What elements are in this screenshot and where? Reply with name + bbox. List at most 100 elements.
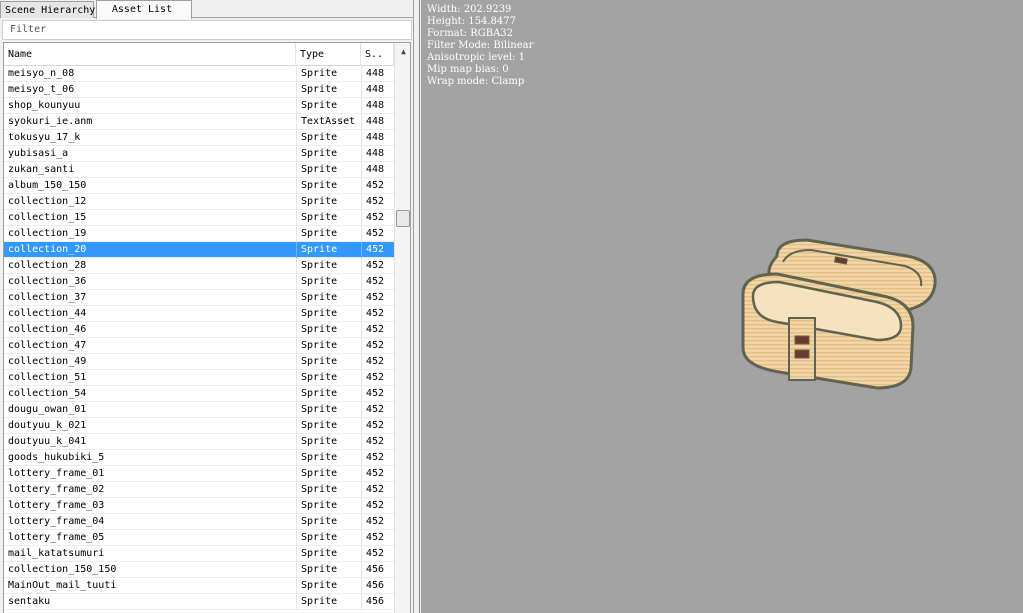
- asset-name: collection_15: [8, 212, 87, 223]
- asset-type: Sprite: [296, 258, 361, 274]
- asset-size: 452: [361, 322, 394, 338]
- scroll-thumb[interactable]: [396, 210, 410, 227]
- asset-row[interactable]: collection_20 Sprite 452: [4, 242, 394, 258]
- asset-size: 452: [361, 530, 394, 546]
- asset-name: lottery_frame_01: [8, 468, 105, 479]
- asset-row[interactable]: mail_katatsumuri Sprite 452: [4, 546, 394, 562]
- asset-name: collection_47: [8, 340, 87, 351]
- column-header-size[interactable]: S..: [361, 43, 394, 66]
- asset-size: 448: [361, 98, 394, 114]
- asset-size: 452: [361, 402, 394, 418]
- asset-type: Sprite: [296, 338, 361, 354]
- asset-row[interactable]: MainOut_mail_tuuti Sprite 456: [4, 578, 394, 594]
- asset-name: collection_37: [8, 292, 87, 303]
- asset-row[interactable]: lottery_frame_03 Sprite 452: [4, 498, 394, 514]
- asset-name: collection_19: [8, 228, 87, 239]
- asset-name: shop_kounyuu: [8, 100, 81, 111]
- asset-size: 452: [361, 226, 394, 242]
- info-format: Format: RGBA32: [427, 28, 514, 39]
- asset-row[interactable]: zukan_santi Sprite 448: [4, 162, 394, 178]
- asset-row[interactable]: collection_36 Sprite 452: [4, 274, 394, 290]
- asset-row[interactable]: collection_150_150 Sprite 456: [4, 562, 394, 578]
- panel-splitter[interactable]: [414, 0, 420, 613]
- asset-row[interactable]: meisyo_n_08 Sprite 448: [4, 66, 394, 82]
- tab-asset-list[interactable]: Asset List: [96, 0, 192, 19]
- asset-name: doutyuu_k_021: [8, 420, 87, 431]
- asset-row[interactable]: lottery_frame_01 Sprite 452: [4, 466, 394, 482]
- asset-size: 452: [361, 546, 394, 562]
- asset-size: 452: [361, 482, 394, 498]
- asset-type: Sprite: [296, 242, 361, 258]
- asset-row[interactable]: doutyuu_k_021 Sprite 452: [4, 418, 394, 434]
- asset-type: Sprite: [296, 178, 361, 194]
- asset-row[interactable]: tokusyu_17_k Sprite 448: [4, 130, 394, 146]
- asset-size: 452: [361, 354, 394, 370]
- filter-label: Filter: [10, 24, 47, 35]
- asset-name: collection_49: [8, 356, 87, 367]
- asset-row[interactable]: shop_kounyuu Sprite 448: [4, 98, 394, 114]
- asset-size: 456: [361, 562, 394, 578]
- asset-row[interactable]: collection_54 Sprite 452: [4, 386, 394, 402]
- asset-name: album_150_150: [8, 180, 87, 191]
- tab-scene-hierarchy[interactable]: Scene Hierarchy: [0, 1, 95, 18]
- asset-row[interactable]: collection_47 Sprite 452: [4, 338, 394, 354]
- filter-input[interactable]: Filter: [2, 20, 412, 40]
- asset-size: 452: [361, 178, 394, 194]
- asset-row[interactable]: sentaku Sprite 456: [4, 594, 394, 610]
- asset-size: 448: [361, 114, 394, 130]
- asset-size: 452: [361, 338, 394, 354]
- column-header-type[interactable]: Type: [296, 43, 361, 66]
- asset-name: collection_20: [8, 244, 87, 255]
- asset-name: sentaku: [8, 596, 51, 607]
- asset-row[interactable]: collection_15 Sprite 452: [4, 210, 394, 226]
- asset-row[interactable]: album_150_150 Sprite 452: [4, 178, 394, 194]
- asset-type: Sprite: [296, 530, 361, 546]
- asset-size: 448: [361, 146, 394, 162]
- asset-row[interactable]: collection_49 Sprite 452: [4, 354, 394, 370]
- sprite-image: [741, 238, 937, 390]
- asset-row[interactable]: collection_12 Sprite 452: [4, 194, 394, 210]
- asset-row[interactable]: doutyuu_k_041 Sprite 452: [4, 434, 394, 450]
- column-header-name[interactable]: Name: [4, 43, 296, 66]
- asset-type: Sprite: [296, 418, 361, 434]
- asset-row[interactable]: lottery_frame_05 Sprite 452: [4, 530, 394, 546]
- asset-name: zukan_santi: [8, 164, 75, 175]
- asset-size: 448: [361, 66, 394, 82]
- asset-size: 452: [361, 210, 394, 226]
- asset-row[interactable]: meisyo_t_06 Sprite 448: [4, 82, 394, 98]
- asset-row[interactable]: collection_19 Sprite 452: [4, 226, 394, 242]
- asset-name: collection_46: [8, 324, 87, 335]
- asset-row[interactable]: collection_37 Sprite 452: [4, 290, 394, 306]
- asset-row[interactable]: dougu_owan_01 Sprite 452: [4, 402, 394, 418]
- asset-panel: Scene Hierarchy Asset List Filter Name T…: [0, 0, 414, 613]
- asset-name: lottery_frame_02: [8, 484, 105, 495]
- asset-row[interactable]: collection_46 Sprite 452: [4, 322, 394, 338]
- asset-row[interactable]: collection_44 Sprite 452: [4, 306, 394, 322]
- info-mipmap-bias: Mip map bias: 0: [427, 64, 509, 75]
- asset-row[interactable]: syokuri_ie.anm TextAsset 448: [4, 114, 394, 130]
- asset-row[interactable]: collection_51 Sprite 452: [4, 370, 394, 386]
- asset-row[interactable]: lottery_frame_04 Sprite 452: [4, 514, 394, 530]
- asset-row[interactable]: collection_28 Sprite 452: [4, 258, 394, 274]
- asset-name: collection_12: [8, 196, 87, 207]
- asset-row[interactable]: goods_hukubiki_5 Sprite 452: [4, 450, 394, 466]
- asset-type: Sprite: [296, 306, 361, 322]
- asset-type: Sprite: [296, 98, 361, 114]
- asset-size: 456: [361, 578, 394, 594]
- vertical-scrollbar[interactable]: ▲: [394, 43, 410, 613]
- asset-name: meisyo_t_06: [8, 84, 75, 95]
- texture-info: Width: 202.9239 Height: 154.8477 Format:…: [427, 4, 533, 88]
- asset-row[interactable]: lottery_frame_02 Sprite 452: [4, 482, 394, 498]
- asset-size: 448: [361, 82, 394, 98]
- asset-type: Sprite: [296, 354, 361, 370]
- asset-size: 452: [361, 514, 394, 530]
- asset-size: 452: [361, 290, 394, 306]
- asset-row[interactable]: yubisasi_a Sprite 448: [4, 146, 394, 162]
- asset-name: collection_36: [8, 276, 87, 287]
- list-header: Name Type S..: [4, 43, 394, 66]
- asset-type: Sprite: [296, 274, 361, 290]
- asset-size: 448: [361, 162, 394, 178]
- arrow-up-icon[interactable]: ▲: [395, 43, 410, 60]
- info-height: Height: 154.8477: [427, 16, 516, 27]
- asset-name: syokuri_ie.anm: [8, 116, 93, 127]
